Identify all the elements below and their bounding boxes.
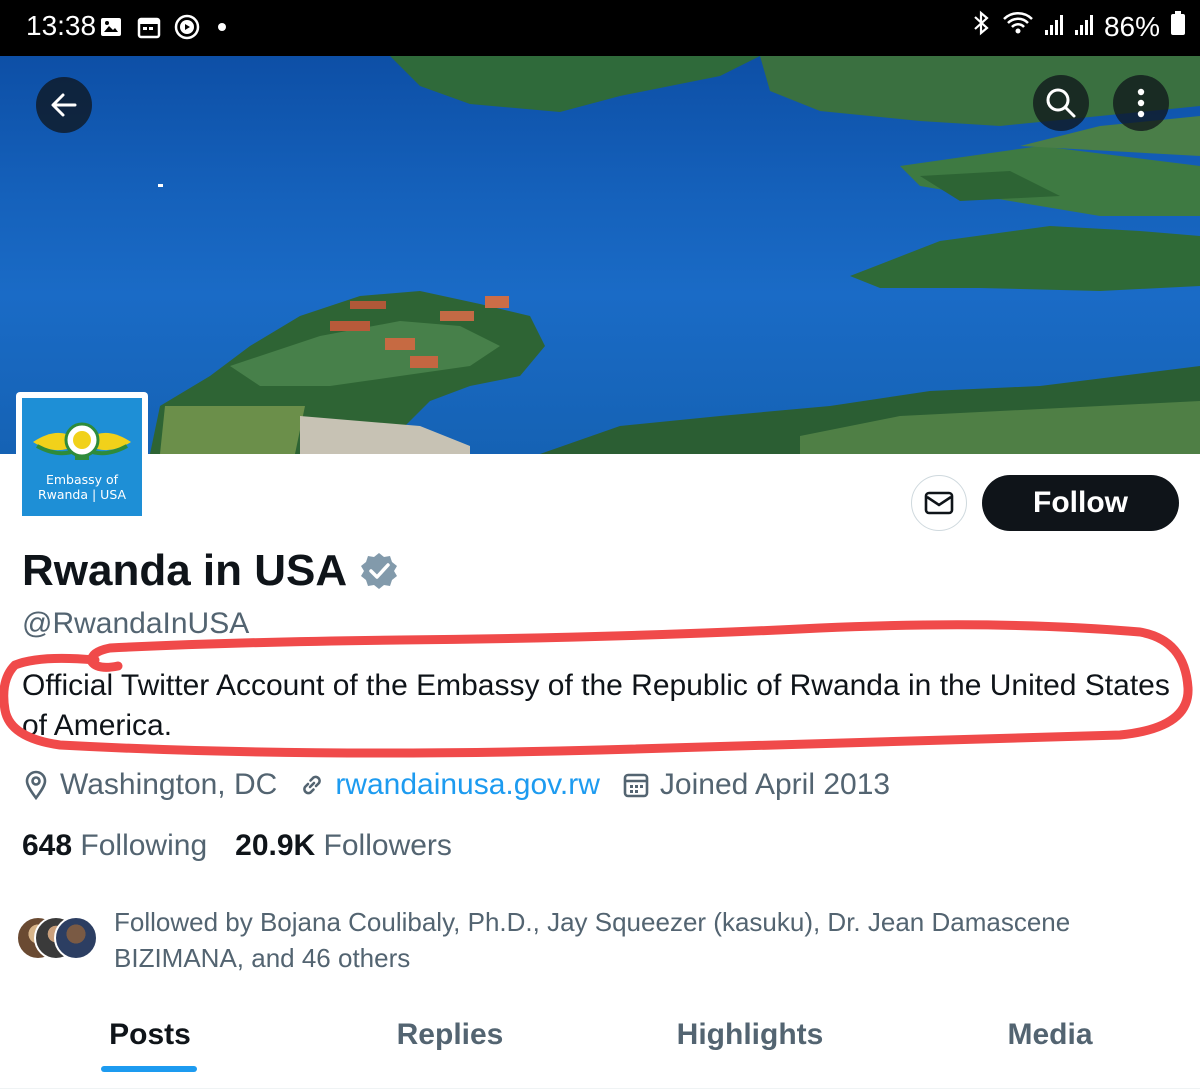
more-vertical-icon	[1137, 88, 1145, 118]
tab-replies[interactable]: Replies	[300, 1004, 600, 1088]
link-icon	[303, 775, 322, 795]
battery-percent: 86%	[1103, 10, 1160, 42]
joined-item: Joined April 2013	[622, 768, 890, 802]
tab-highlights[interactable]: Highlights	[600, 1004, 900, 1088]
message-button[interactable]	[911, 475, 967, 531]
status-bar: 13:38 86%	[0, 0, 1200, 56]
location-pin-icon	[25, 770, 47, 800]
followers-count: 20.9K	[235, 829, 316, 862]
banner-landscape-image	[150, 56, 1200, 454]
website-item[interactable]: rwandainusa.gov.rw	[299, 768, 600, 802]
tab-media[interactable]: Media	[900, 1004, 1200, 1088]
profile-bio: Official Twitter Account of the Embassy …	[22, 669, 1170, 742]
followed-by-row[interactable]: Followed by Bojana Coulibaly, Ph.D., Jay…	[16, 904, 1164, 976]
followed-by-text: Followed by Bojana Coulibaly, Ph.D., Jay…	[114, 907, 1071, 973]
more-options-button[interactable]	[1113, 75, 1169, 131]
following-stat[interactable]: 648 Following	[22, 829, 207, 863]
notification-icons	[98, 14, 226, 40]
battery-icon	[1170, 10, 1186, 43]
profile-tabs: Posts Replies Highlights Media	[0, 1004, 1200, 1089]
follower-avatars	[16, 912, 100, 962]
back-button[interactable]	[36, 77, 92, 133]
profile-handle: @RwandaInUSA	[22, 607, 250, 640]
calendar-icon	[136, 14, 162, 40]
search-button[interactable]	[1033, 75, 1089, 131]
follow-stats: 648 Following 20.9K Followers	[22, 829, 452, 863]
status-time: 13:38	[26, 10, 97, 41]
emblem-icon	[33, 422, 131, 460]
profile-name: Rwanda in USA	[22, 546, 348, 595]
location-text: Washington, DC	[60, 768, 278, 801]
followers-stat[interactable]: 20.9K Followers	[235, 829, 452, 863]
media-play-icon	[174, 14, 200, 40]
more-notifications-dot	[218, 23, 226, 31]
follow-button[interactable]: Follow	[982, 475, 1179, 531]
avatar-label-line2: Rwanda | USA	[37, 487, 127, 502]
profile-avatar[interactable]: Embassy of Rwanda | USA	[16, 392, 148, 522]
bluetooth-icon	[970, 10, 992, 43]
following-label: Following	[80, 829, 208, 862]
verified-badge-icon[interactable]	[359, 551, 399, 591]
signal-icon-2	[1074, 11, 1094, 43]
embassy-logo: Embassy of Rwanda | USA	[22, 398, 142, 516]
calendar-icon	[623, 773, 649, 798]
joined-text: Joined April 2013	[659, 768, 891, 801]
signal-icon-1	[1044, 11, 1064, 43]
avatar-label: Embassy of Rwanda | USA	[22, 472, 142, 502]
profile-name-row: Rwanda in USA	[22, 546, 399, 596]
website-link[interactable]: rwandainusa.gov.rw	[335, 768, 600, 802]
profile-banner[interactable]	[0, 56, 1200, 454]
avatar	[54, 916, 98, 960]
system-status: 86%	[970, 10, 1186, 43]
active-tab-indicator	[101, 1066, 197, 1072]
profile-meta: Washington, DC rwandainusa.gov.rw Joined…	[22, 768, 912, 802]
following-count: 648	[22, 829, 73, 862]
wifi-icon	[1002, 10, 1034, 43]
arrow-left-icon	[51, 93, 77, 117]
envelope-icon	[924, 491, 954, 515]
tab-posts[interactable]: Posts	[0, 1004, 300, 1088]
avatar-label-line1: Embassy of	[45, 472, 119, 487]
gallery-icon	[98, 14, 124, 40]
search-icon	[1046, 88, 1076, 118]
location-item: Washington, DC	[22, 768, 277, 802]
followers-label: Followers	[323, 829, 452, 862]
